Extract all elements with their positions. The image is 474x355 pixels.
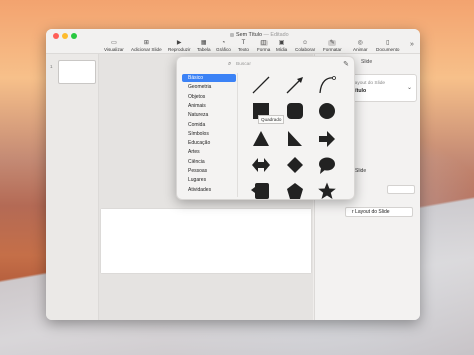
brush-icon: ✎ [328, 40, 337, 46]
category-item[interactable]: Artes [182, 148, 236, 156]
title-bar: Sem Título — Editado ▭ Visualizar ⊞ Adicio… [46, 29, 420, 54]
toolbar-document-button[interactable]: ▯ Documento [376, 40, 400, 52]
arrow-shape[interactable] [317, 129, 337, 149]
pentagon-shape[interactable] [285, 181, 305, 200]
fullscreen-window-button[interactable] [71, 33, 77, 39]
search-icon: ⌕ [228, 61, 232, 67]
circle-shape[interactable] [317, 101, 337, 121]
toolbar-animate-button[interactable]: ◎ Animar [353, 40, 368, 52]
collaborate-icon: ☺ [302, 40, 309, 46]
toolbar-table-button[interactable]: ▦ Tabela [197, 40, 211, 52]
toolbar-shape-button[interactable]: ◫ Forma [257, 40, 270, 52]
shape-icon: ◫ [259, 40, 268, 46]
category-item[interactable]: Ciência [182, 158, 236, 166]
document-icon: ▯ [386, 40, 390, 46]
edit-slide-layout-button[interactable]: r Layout do Slide [345, 207, 413, 217]
speech-bubble-shape[interactable] [317, 155, 337, 175]
toolbar-chart-button[interactable]: ◔ Gráfico [216, 40, 231, 52]
search-input[interactable]: Buscar [236, 62, 251, 67]
slide-number: 1 [50, 64, 53, 69]
category-item[interactable]: Objetos [182, 93, 236, 101]
toolbar-collaborate-button[interactable]: ☺ Colaborar [295, 40, 315, 52]
category-item[interactable]: Atividades [182, 186, 236, 194]
chart-icon: ◔ [221, 40, 226, 46]
callout-square-shape[interactable] [251, 181, 271, 200]
triangle-shape[interactable] [251, 129, 271, 149]
shape-library-popover: ⌕ Buscar ✎ Básico Geometria Objetos Anim… [176, 56, 355, 200]
category-item[interactable]: Símbolos [182, 130, 236, 138]
shape-tooltip: Quadrado [258, 115, 285, 124]
play-icon: ▶ [176, 40, 182, 46]
arrow-line-shape[interactable] [285, 75, 305, 95]
shape-category-list: Básico Geometria Objetos Animais Naturez… [181, 73, 238, 197]
toolbar-add-slide-button[interactable]: ⊞ Adicionar Slide [131, 40, 162, 52]
animate-icon: ◎ [357, 40, 363, 46]
slide-thumbnail[interactable] [58, 60, 96, 84]
curve-shape[interactable] [317, 75, 337, 95]
category-item[interactable]: Natureza [182, 111, 236, 119]
text-icon: T [241, 40, 246, 46]
toolbar-view-button[interactable]: ▭ Visualizar [104, 40, 124, 52]
category-item[interactable]: Lugares [182, 176, 236, 184]
category-item[interactable]: Animais [182, 102, 236, 110]
sidebar-icon: ▭ [111, 40, 117, 46]
rounded-square-shape[interactable] [285, 101, 305, 121]
shape-search[interactable]: ⌕ Buscar [227, 61, 337, 68]
chevron-down-icon: ⌄ [406, 85, 412, 91]
minimize-window-button[interactable] [62, 33, 68, 39]
layout-label: Layout do Slide [352, 81, 386, 86]
toolbar-media-button[interactable]: ▣ Mídia [276, 40, 287, 52]
category-item[interactable]: Geometria [182, 83, 236, 91]
media-icon: ▣ [278, 40, 285, 46]
toolbar-text-button[interactable]: T Texto [238, 40, 249, 52]
toolbar-format-button[interactable]: ✎ Formatar [323, 40, 342, 52]
document-icon [230, 32, 234, 37]
inspector-field[interactable] [387, 185, 415, 194]
slide-layout-selector[interactable]: Layout do Slide Título ⌄ [345, 74, 417, 102]
document-title: Sem Título — Editado [230, 32, 289, 38]
double-arrow-shape[interactable] [251, 155, 271, 175]
pen-icon[interactable]: ✎ [343, 60, 349, 68]
slide-navigator: 1 [46, 54, 99, 320]
line-shape[interactable] [251, 75, 271, 95]
inspector-section-label: Slide [355, 168, 367, 174]
category-item[interactable]: Básico [182, 74, 236, 82]
right-triangle-shape[interactable] [285, 129, 305, 149]
close-window-button[interactable] [53, 33, 59, 39]
diamond-shape[interactable] [285, 155, 305, 175]
slide-canvas[interactable] [101, 209, 311, 273]
table-icon: ▦ [200, 40, 207, 46]
shape-grid [239, 71, 351, 200]
category-item[interactable]: Comida [182, 121, 236, 129]
toolbar-play-button[interactable]: ▶ Reproduzir [168, 40, 190, 52]
star-shape[interactable] [317, 181, 337, 200]
toolbar-overflow-button[interactable]: » [410, 41, 414, 48]
tab-slide[interactable]: Slide [361, 59, 372, 65]
category-item[interactable]: Educação [182, 139, 236, 147]
plus-icon: ⊞ [143, 40, 149, 46]
category-item[interactable]: Pessoas [182, 167, 236, 175]
